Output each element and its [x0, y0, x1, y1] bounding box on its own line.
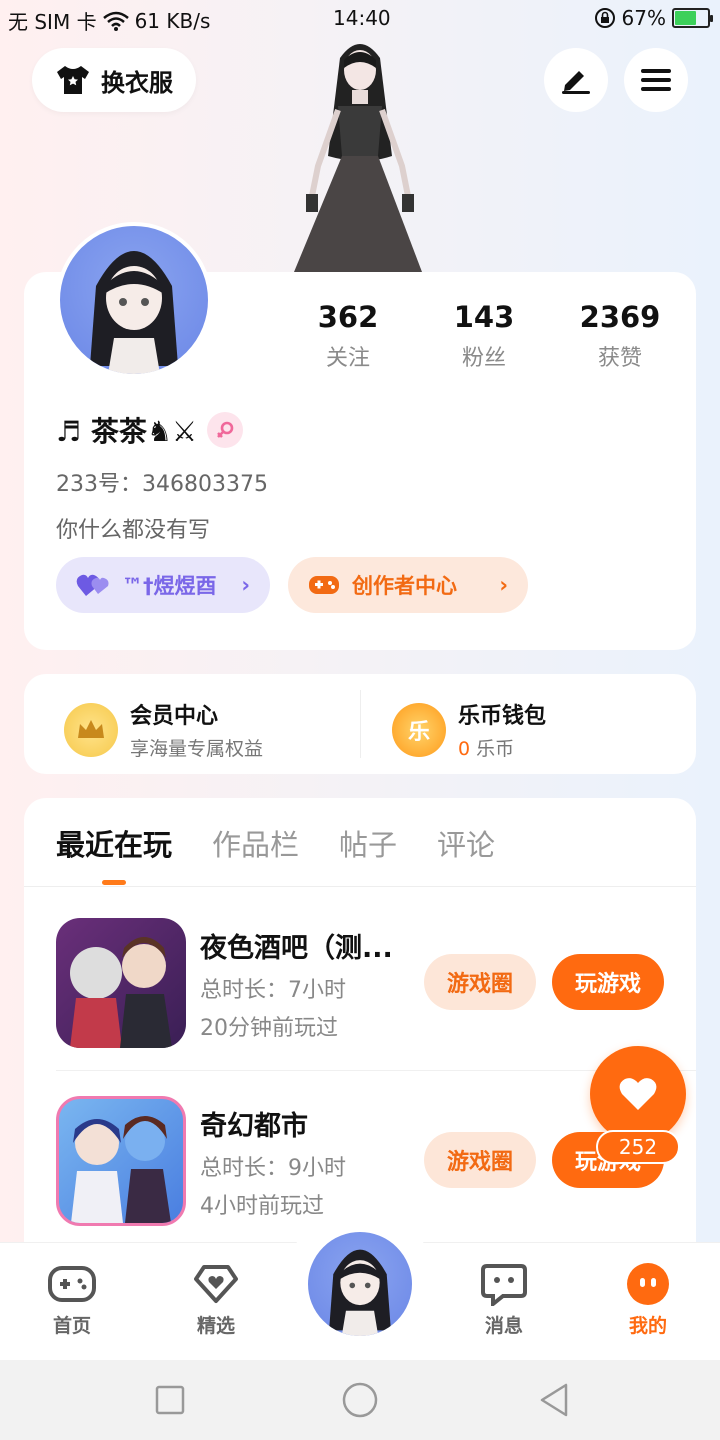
- network-speed: 61 KB/s: [134, 8, 211, 33]
- tab-posts[interactable]: 帖子: [339, 822, 397, 864]
- change-outfit-button[interactable]: 换衣服: [32, 48, 196, 112]
- wifi-icon: [102, 11, 129, 31]
- wallet-title: 乐币钱包: [458, 704, 547, 729]
- nav-home-label: 首页: [52, 1315, 91, 1337]
- recents-button[interactable]: [150, 1380, 190, 1420]
- avatar-portrait: [90, 251, 178, 374]
- game-duration: 总时长：7小时: [200, 978, 346, 1003]
- stat-following-value: 362: [317, 300, 379, 334]
- stat-likes-value: 2369: [579, 300, 661, 334]
- carrier-text: 无 SIM 卡: [8, 10, 97, 34]
- heart-diamond-icon: [194, 1265, 238, 1303]
- square-icon: [155, 1385, 185, 1415]
- shirt-icon: [57, 66, 89, 94]
- home-button[interactable]: [340, 1380, 380, 1420]
- back-triangle-icon: [540, 1383, 568, 1417]
- nav-center-avatar[interactable]: [304, 1228, 416, 1340]
- creator-center-button[interactable]: 创作者中心 ›: [288, 557, 528, 613]
- coin-icon-char: 乐: [407, 719, 430, 745]
- game-last-played: 20分钟前玩过: [200, 1016, 338, 1041]
- menu-button[interactable]: [624, 48, 688, 112]
- game-icon: [56, 918, 186, 1048]
- profile-stats: 362 关注 143 粉丝 2369 获赞: [280, 300, 690, 372]
- recent-card: 最近在玩 作品栏 帖子 评论 夜色酒吧（测... 总时长：7小时 20分钟前玩过…: [24, 798, 696, 1268]
- profile-avatar[interactable]: [56, 222, 212, 378]
- vip-wallet-card: 会员中心 享海量专属权益 乐 乐币钱包 0 乐币: [24, 674, 696, 774]
- heart-icon: [619, 1078, 657, 1110]
- tab-comments[interactable]: 评论: [437, 822, 495, 864]
- username-row: ♬ 茶茶♞⚔: [56, 410, 244, 450]
- game-last-played: 4小时前玩过: [200, 1194, 324, 1219]
- battery-icon: [672, 8, 713, 28]
- wallet-amount: 0: [458, 738, 471, 760]
- double-heart-icon: [76, 574, 109, 596]
- game-row[interactable]: 夜色酒吧（测... 总时长：7小时 20分钟前玩过 游戏圈 玩游戏: [56, 918, 666, 1048]
- stat-likes-label: 获赞: [597, 346, 642, 371]
- menu-icon: [641, 69, 671, 91]
- nav-featured-label: 精选: [196, 1315, 235, 1337]
- gamepad-icon: [309, 576, 339, 594]
- change-outfit-label: 换衣服: [101, 68, 173, 97]
- nav-me-label: 我的: [628, 1315, 667, 1337]
- rotation-lock-icon: [594, 8, 615, 28]
- game-circle-button[interactable]: 游戏圈: [424, 1132, 536, 1188]
- chat-icon: [481, 1264, 527, 1306]
- nav-featured[interactable]: 精选: [166, 1261, 266, 1338]
- game-title: 奇幻都市: [200, 1111, 308, 1142]
- nav-messages[interactable]: 消息: [454, 1261, 554, 1338]
- nickname: ♬ 茶茶♞⚔: [56, 415, 198, 448]
- status-bar: 无 SIM 卡 61 KB/s 14:40 67%: [0, 0, 720, 38]
- game-row[interactable]: 奇幻都市 总时长：9小时 4小时前玩过 游戏圈 玩游戏: [56, 1096, 666, 1226]
- edit-profile-button[interactable]: [544, 48, 608, 112]
- nav-me[interactable]: 我的: [598, 1261, 698, 1338]
- wallet-entry[interactable]: 乐 乐币钱包 0 乐币: [392, 698, 546, 761]
- tab-recent-play[interactable]: 最近在玩: [56, 822, 172, 864]
- chevron-right-icon: ›: [241, 573, 250, 597]
- member-center-title: 会员中心: [130, 704, 219, 729]
- floating-like-button[interactable]: [590, 1046, 686, 1142]
- status-clock: 14:40: [333, 6, 391, 30]
- game-icon: [56, 1096, 186, 1226]
- tab-divider: [24, 886, 696, 887]
- stat-followers-value: 143: [453, 300, 515, 334]
- back-button[interactable]: [534, 1380, 574, 1420]
- like-count-badge: 252: [596, 1130, 680, 1164]
- circle-icon: [342, 1382, 378, 1418]
- game-circle-button[interactable]: 游戏圈: [424, 954, 536, 1010]
- crown-icon: [64, 702, 118, 757]
- profile-face-icon: [627, 1263, 669, 1305]
- stat-followers-label: 粉丝: [461, 346, 506, 371]
- gamepad-icon: [48, 1266, 96, 1302]
- member-center-subtitle: 享海量专属权益: [130, 738, 264, 760]
- member-center-entry[interactable]: 会员中心 享海量专属权益: [64, 698, 263, 761]
- play-game-button[interactable]: 玩游戏: [552, 954, 664, 1010]
- wallet-unit: 乐币: [476, 738, 515, 760]
- stat-following[interactable]: 362 关注: [280, 300, 416, 372]
- game-duration: 总时长：9小时: [200, 1156, 346, 1181]
- character-figure[interactable]: [282, 36, 442, 272]
- system-nav-bar: [0, 1360, 720, 1440]
- user-bio[interactable]: 你什么都没有写: [56, 512, 210, 544]
- creator-center-label: 创作者中心: [352, 574, 457, 598]
- stat-likes[interactable]: 2369 获赞: [552, 300, 688, 372]
- guild-pill-label: ™†煜煜酉: [122, 574, 217, 598]
- profile-tabs: 最近在玩 作品栏 帖子 评论: [56, 822, 495, 864]
- avatar-portrait: [329, 1249, 391, 1336]
- stat-followers[interactable]: 143 粉丝: [416, 300, 552, 372]
- coin-icon: 乐: [392, 702, 446, 757]
- user-id[interactable]: 233号：346803375: [56, 466, 268, 498]
- stat-following-label: 关注: [325, 346, 370, 371]
- tab-works[interactable]: 作品栏: [212, 822, 299, 864]
- wallet-balance: 0 乐币: [458, 734, 546, 761]
- nav-messages-label: 消息: [484, 1315, 523, 1337]
- guild-pill-button[interactable]: ™†煜煜酉 ›: [56, 557, 270, 613]
- female-icon: [207, 412, 244, 448]
- pen-icon: [562, 71, 590, 94]
- battery-percent: 67%: [621, 6, 666, 30]
- nav-home[interactable]: 首页: [22, 1261, 122, 1338]
- chevron-right-icon: ›: [499, 573, 508, 597]
- vip-divider: [360, 690, 361, 758]
- game-title: 夜色酒吧（测...: [200, 933, 393, 964]
- active-tab-indicator: [102, 880, 126, 885]
